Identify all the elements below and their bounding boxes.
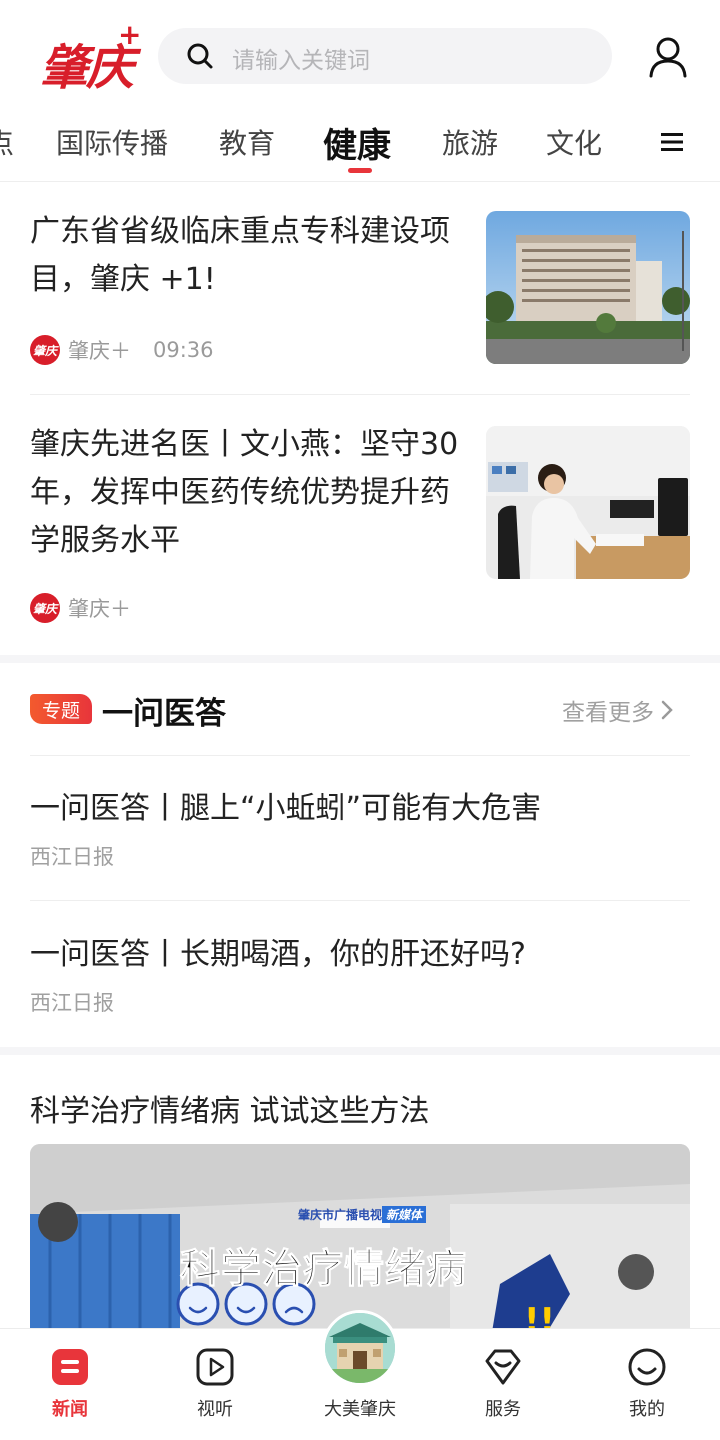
app-header: 肇庆 + 请输入关键词: [0, 0, 720, 110]
see-more-link[interactable]: 查看更多: [562, 693, 674, 727]
user-icon[interactable]: [648, 36, 688, 78]
search-icon: [187, 43, 213, 69]
tab-culture[interactable]: 文化: [546, 122, 602, 162]
tab-education[interactable]: 教育: [219, 122, 275, 162]
nav-service[interactable]: 服务: [443, 1329, 563, 1440]
channel-tabs: 点 国际传播 教育 健康 旅游 文化: [0, 110, 720, 182]
topic-badge: 专题: [30, 694, 92, 724]
landmark-image: [325, 1313, 395, 1383]
nav-label: 我的: [629, 1399, 665, 1420]
nav-label: 视听: [197, 1399, 233, 1420]
topic-item-title: 一问医答丨长期喝酒，你的肝还好吗?: [30, 937, 526, 972]
news-source: 肇庆＋: [68, 597, 131, 621]
tab-international[interactable]: 国际传播: [56, 122, 168, 162]
news-item[interactable]: 广东省省级临床重点专科建设项目，肇庆 +1! 肇庆 肇庆＋ 09:36: [30, 208, 690, 368]
nav-label: 新闻: [52, 1399, 88, 1420]
video-title[interactable]: 科学治疗情绪病 试试这些方法: [30, 1086, 430, 1130]
topic-title: 一问医答: [102, 696, 226, 732]
service-icon: [485, 1349, 521, 1385]
banner-headline: 科学治疗情绪病: [180, 1246, 467, 1293]
topic-item-source: 西江日报: [30, 991, 114, 1015]
search-input[interactable]: 请输入关键词: [158, 28, 612, 84]
banner-org: 肇庆市广播电视台: [298, 1208, 395, 1222]
landmark-icon[interactable]: [322, 1310, 398, 1386]
divider: [30, 394, 690, 395]
news-time: 09:36: [153, 338, 214, 362]
chevron-right-icon: [661, 700, 673, 720]
tab-health[interactable]: 健康: [323, 118, 391, 167]
news-title: 肇庆先进名医丨文小燕：坚守30年，发挥中医药传统优势提升药学服务水平: [30, 427, 459, 558]
source-logo-icon: 肇庆: [30, 593, 60, 623]
app-logo[interactable]: 肇庆 +: [40, 18, 141, 96]
news-icon: [52, 1349, 88, 1385]
divider: [30, 755, 690, 756]
news-item[interactable]: 肇庆先进名医丨文小燕：坚守30年，发挥中医药传统优势提升药学服务水平 肇庆 肇庆…: [30, 421, 690, 631]
news-thumbnail: [486, 426, 690, 579]
section-separator: [0, 1047, 720, 1055]
nav-label: 大美肇庆: [324, 1399, 396, 1420]
news-source: 肇庆＋: [68, 339, 131, 363]
news-meta: 肇庆 肇庆＋: [30, 593, 131, 623]
banner-tag: 新媒体: [382, 1206, 427, 1223]
news-meta: 肇庆 肇庆＋ 09:36: [30, 335, 214, 365]
see-more-label: 查看更多: [562, 700, 654, 726]
hospital-building-photo: [486, 211, 690, 364]
logo-plus: +: [118, 18, 142, 51]
divider: [30, 900, 690, 901]
active-tab-indicator: [348, 168, 372, 173]
source-logo-icon: 肇庆: [30, 335, 60, 365]
nav-profile[interactable]: 我的: [587, 1329, 707, 1440]
nav-label: 服务: [485, 1399, 521, 1420]
topic-item-title: 一问医答丨腿上“小蚯蚓”可能有大危害: [30, 791, 542, 826]
profile-icon: [628, 1348, 666, 1386]
topic-item-source: 西江日报: [30, 845, 114, 869]
nav-news[interactable]: 新闻: [10, 1329, 130, 1440]
doctor-at-desk-photo: [486, 426, 690, 579]
tab-partial[interactable]: 点: [0, 122, 14, 162]
news-thumbnail: [486, 211, 690, 364]
menu-icon[interactable]: [660, 130, 684, 154]
search-placeholder: 请输入关键词: [232, 48, 370, 74]
tab-travel[interactable]: 旅游: [442, 122, 498, 162]
play-icon: [196, 1348, 234, 1386]
section-separator: [0, 655, 720, 663]
news-title: 广东省省级临床重点专科建设项目，肇庆 +1!: [30, 214, 450, 297]
nav-video[interactable]: 视听: [155, 1329, 275, 1440]
